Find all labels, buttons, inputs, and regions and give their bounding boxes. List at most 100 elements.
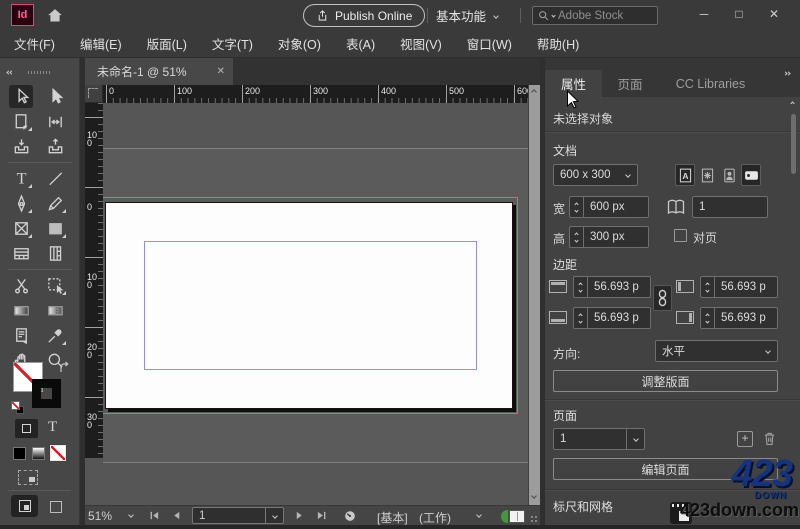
page-number-field[interactable]: 1 [192,507,284,524]
first-page-button[interactable] [149,510,160,521]
margin-top-stepper[interactable] [574,277,588,297]
page-tool[interactable] [9,110,33,133]
resize-grip[interactable] [529,514,538,523]
swap-fill-stroke-icon[interactable] [59,361,72,374]
content-collector-tool[interactable] [9,135,33,158]
close-tab-icon[interactable]: ✕ [217,66,225,77]
line-tool[interactable] [43,167,67,190]
menu-item-8[interactable]: 帮助(H) [537,34,579,53]
formatting-affects-container-button[interactable] [15,419,38,438]
menu-item-7[interactable]: 窗口(W) [467,34,512,53]
zoom-dropdown-icon[interactable] [128,512,134,518]
margin-left-stepper[interactable] [701,277,715,297]
menu-item-1[interactable]: 编辑(E) [80,34,122,53]
stroke-color-swatch[interactable] [32,379,61,408]
screen-mode-normal-button[interactable] [11,495,38,517]
height-stepper[interactable] [570,227,584,247]
menu-item-3[interactable]: 文字(T) [212,34,253,53]
edit-pages-button[interactable]: 编辑页面 [553,458,778,480]
tab-cc-libraries[interactable]: CC Libraries [658,70,763,97]
preflight-profile[interactable]: (工作) [419,509,451,526]
menu-item-6[interactable]: 视图(V) [400,34,442,53]
menu-item-4[interactable]: 对象(O) [278,34,321,53]
menu-item-0[interactable]: 文件(F) [14,34,55,53]
adobe-stock-search[interactable] [532,6,658,25]
current-page-dropdown[interactable]: 1 [553,428,645,450]
home-icon[interactable] [44,5,66,25]
rectangle-tool[interactable] [43,217,67,240]
collapse-panel-icon[interactable] [783,62,791,80]
vertical-scrollbar[interactable] [528,85,540,505]
width-stepper[interactable] [570,197,584,217]
workspace-switcher[interactable]: 基本功能 [436,7,499,24]
apply-color-swatch[interactable] [13,447,26,460]
type-tool[interactable]: T [9,167,33,190]
preflight-preset[interactable]: [基本] [377,509,408,526]
menu-item-2[interactable]: 版面(L) [147,34,187,53]
margin-left-field[interactable]: 56.693 p [700,276,778,298]
scroll-up-icon[interactable] [790,101,795,106]
minimize-button[interactable]: ─ [688,2,720,26]
page-size-dropdown[interactable]: 600 x 300 [553,164,638,186]
preflight-menu-icon[interactable] [476,512,482,518]
horizontal-ruler[interactable]: 0 100 200 300 400 500 600 [103,85,528,103]
note-tool[interactable] [9,324,33,347]
margin-bottom-field[interactable]: 56.693 p [573,307,651,329]
document-canvas[interactable]: 0 100 200 300 400 500 600 100 0 100 200 300 [85,85,540,505]
spread-page-icon-button[interactable] [697,164,717,186]
scroll-up-icon[interactable] [531,89,537,95]
publish-online-button[interactable]: Publish Online [303,4,426,27]
delete-page-icon[interactable] [761,430,778,447]
apply-gradient-swatch[interactable] [32,447,45,460]
tab-pages[interactable]: 页面 [602,70,658,97]
screen-mode-preview-button[interactable] [46,497,66,517]
preflight-gauge-icon[interactable] [343,509,357,523]
margin-right-stepper[interactable] [701,308,715,328]
margin-top-field[interactable]: 56.693 p [573,276,651,298]
next-page-button[interactable] [294,510,305,521]
add-page-button[interactable]: + [737,431,753,447]
page-dropdown-icon[interactable] [626,429,644,449]
previous-page-button[interactable] [171,510,182,521]
adjust-layout-button[interactable]: 调整版面 [553,370,778,392]
direct-selection-tool[interactable] [43,85,67,108]
landscape-orientation-button[interactable] [741,164,761,186]
document-tab[interactable]: 未命名-1 @ 51% ✕ [85,58,233,85]
menu-item-5[interactable]: 表(A) [346,34,375,53]
view-options-icon[interactable] [18,470,38,485]
a-size-page-icon-button[interactable]: A [675,164,695,186]
zoom-level[interactable]: 51% [88,509,112,523]
document-page[interactable] [105,202,513,409]
content-placer-tool[interactable] [43,135,67,158]
gradient-feather-tool[interactable] [43,299,67,322]
search-input[interactable] [558,9,652,22]
eyedropper-tool[interactable] [43,324,67,347]
close-button[interactable]: ✕ [758,2,790,26]
scroll-down-icon[interactable] [531,493,537,499]
gradient-tool[interactable] [9,299,33,322]
pen-tool[interactable] [9,192,33,215]
horizontal-grid-tool[interactable] [9,242,33,265]
height-field[interactable]: 300 px [569,226,649,248]
last-page-button[interactable] [316,510,327,521]
formatting-affects-text-button[interactable]: T [48,419,57,436]
panel-scrollbar[interactable] [789,100,798,529]
scissors-tool[interactable] [9,274,33,297]
margin-bottom-stepper[interactable] [574,308,588,328]
facing-pages-checkbox[interactable] [674,229,687,242]
collapse-panel-icon[interactable] [6,61,23,75]
orientation-dropdown[interactable]: 水平 [655,340,778,362]
maximize-button[interactable]: □ [723,2,755,26]
ruler-origin-box[interactable] [85,85,103,103]
vertical-ruler[interactable]: 100 0 100 200 300 [85,103,103,458]
selection-tool[interactable] [9,85,33,108]
gap-tool[interactable] [43,110,67,133]
vertical-grid-tool[interactable] [43,242,67,265]
link-margins-button[interactable] [653,285,672,311]
pencil-tool[interactable] [43,192,67,215]
page-dropdown-icon[interactable] [265,508,283,523]
margin-right-field[interactable]: 56.693 p [700,307,778,329]
frame-tool[interactable] [9,217,33,240]
scrollbar-thumb[interactable] [791,114,796,174]
width-field[interactable]: 600 px [569,196,649,218]
